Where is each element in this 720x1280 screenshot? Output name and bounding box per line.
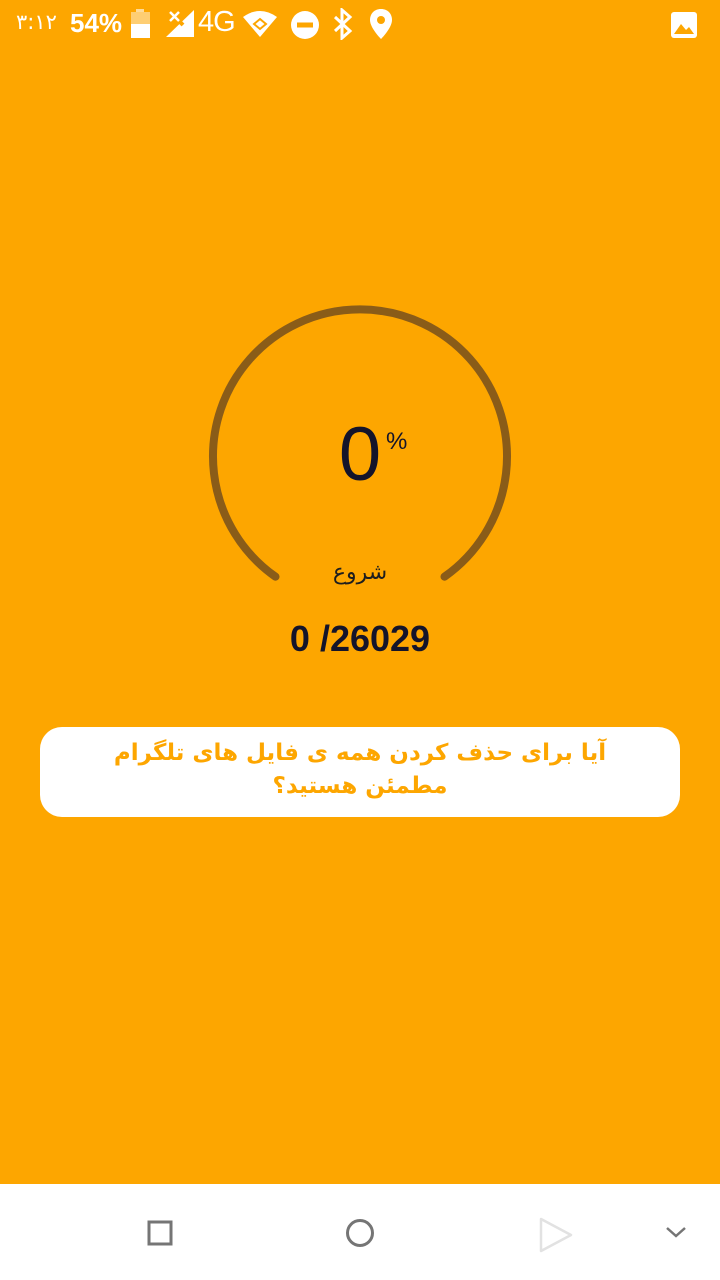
bluetooth-icon — [332, 6, 354, 44]
no-signal-icon — [166, 10, 196, 42]
percent-sign: % — [386, 428, 408, 455]
battery-percentage: 54% — [70, 8, 123, 38]
do-not-disturb-icon — [290, 10, 320, 44]
wifi-icon — [242, 10, 278, 42]
network-type-label: 4G — [198, 6, 236, 38]
status-bar: ۳:۱۲ 54% 4G — [0, 0, 720, 50]
status-time: ۳:۱۲ — [16, 10, 57, 34]
battery-icon — [130, 9, 152, 43]
recents-square-icon[interactable] — [147, 1220, 173, 1250]
confirm-message-card[interactable]: آیا برای حذف کردن همه ی فایل های تلگرام … — [40, 727, 680, 817]
file-counter: 0 /26029 — [289, 618, 431, 659]
start-label[interactable]: شروع — [200, 560, 520, 585]
location-icon — [369, 8, 393, 44]
confirm-message-text: آیا برای حذف کردن همه ی فایل های تلگرام … — [113, 740, 607, 799]
back-triangle-icon[interactable] — [538, 1216, 574, 1258]
percent-value: 0 — [338, 412, 382, 497]
navigation-bar — [0, 1184, 720, 1280]
home-circle-icon[interactable] — [345, 1218, 375, 1252]
progress-ring[interactable]: 0 % شروع — [200, 298, 520, 618]
collapse-chevron-icon[interactable] — [665, 1224, 687, 1243]
gallery-notification-icon — [670, 11, 698, 43]
